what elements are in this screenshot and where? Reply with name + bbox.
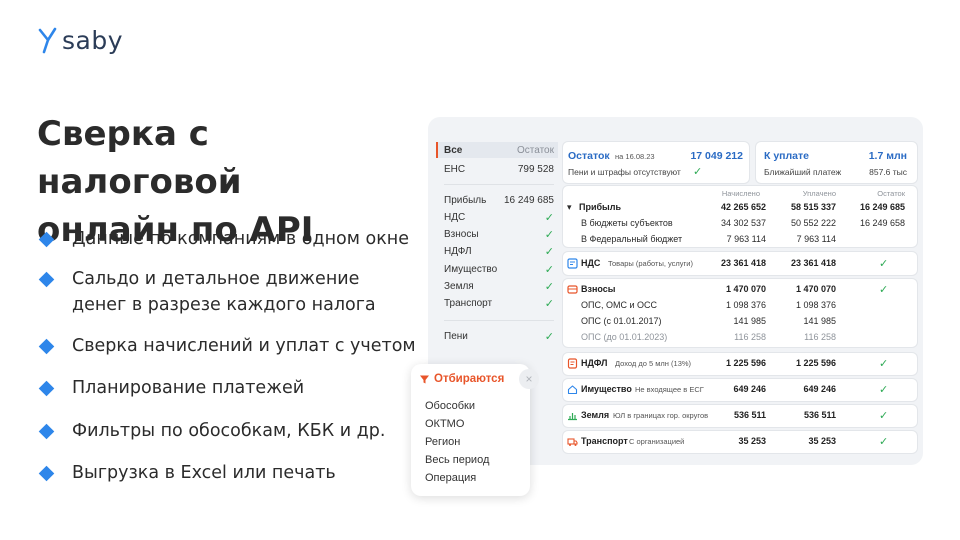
profit-card[interactable]: Начислено Уплачено Остаток ▾ Прибыль 42 … [563, 186, 917, 247]
filter-popup: Отбираются Обособки ОКТМО Регион Весь пе… [411, 364, 530, 496]
diamond-bullet-icon [38, 231, 55, 248]
feature-item: Планирование платежей [38, 378, 304, 401]
filter-option[interactable]: Операция [425, 472, 476, 484]
contributions-icon [567, 285, 578, 294]
diamond-bullet-icon [38, 465, 55, 482]
check-icon: ✓ [693, 166, 703, 178]
diamond-bullet-icon [38, 338, 55, 355]
filter-title[interactable]: Отбираются [419, 373, 504, 385]
filter-option[interactable]: Обособки [425, 400, 475, 412]
saby-logo-icon [38, 27, 57, 53]
feature-text: Данные по компаниям в одном окне [72, 229, 409, 249]
ndfl-card[interactable]: НДФЛ Доход до 5 млн (13%) 1 225 596 1 22… [563, 353, 917, 375]
check-icon: ✓ [879, 358, 889, 370]
sidebar-item-ndfl[interactable]: НДФЛ ✓ [436, 243, 558, 259]
diamond-bullet-icon [38, 380, 55, 397]
sidebar-item-profit[interactable]: Прибыль 16 249 685 [436, 192, 558, 208]
check-icon: ✓ [544, 211, 554, 224]
document-icon [567, 358, 578, 369]
column-header-balance: Остаток [877, 189, 905, 198]
sidebar-item-all[interactable]: Все Остаток [436, 142, 558, 158]
receipt-icon [567, 258, 578, 269]
diamond-bullet-icon [38, 423, 55, 440]
column-header-paid: Уплачено [802, 189, 836, 198]
headline-line-1: Сверка с налоговой [37, 114, 242, 202]
check-icon: ✓ [879, 258, 889, 270]
diamond-bullet-icon [38, 271, 55, 288]
house-icon [567, 385, 578, 395]
sidebar-item-imush[interactable]: Имущество ✓ [436, 261, 558, 277]
feature-text: Планирование платежей [72, 378, 305, 398]
feature-item: Фильтры по обособкам, КБК и др. [38, 421, 385, 444]
sidebar-item-transport[interactable]: Транспорт ✓ [436, 295, 558, 311]
sidebar-item-nds[interactable]: НДС ✓ [436, 209, 558, 225]
property-card[interactable]: Имущество Не входящее в ЕСГ 649 246 649 … [563, 379, 917, 401]
payment-due-card[interactable]: К уплате 1.7 млн Ближайший платеж 857.6 … [756, 142, 917, 183]
check-icon: ✓ [544, 228, 554, 241]
feature-item: Данные по компаниям в одном окне [38, 229, 409, 252]
land-card[interactable]: Земля ЮЛ в границах гор. округов 536 511… [563, 405, 917, 427]
sidebar-item-ens[interactable]: ЕНС 799 528 [436, 161, 558, 177]
sidebar-item-peni[interactable]: Пени ✓ [436, 328, 558, 344]
feature-text: Фильтры по обособкам, КБК и др. [72, 421, 386, 441]
brand-name: saby [62, 26, 124, 55]
chevron-down-icon[interactable]: ▾ [567, 202, 572, 213]
nds-card[interactable]: НДС Товары (работы, услуги) 23 361 418 2… [563, 252, 917, 275]
feature-text: Сальдо и детальное движение денег в разре… [72, 269, 376, 315]
check-icon: ✓ [879, 410, 889, 422]
land-icon [568, 413, 577, 421]
check-icon: ✓ [544, 297, 554, 310]
filter-option[interactable]: Регион [425, 436, 460, 448]
feature-text: Сверка начислений и уплат с учетом [72, 336, 416, 356]
column-header-accrued: Начислено [721, 189, 760, 198]
truck-icon [567, 438, 578, 446]
sidebar-item-zemlya[interactable]: Земля ✓ [436, 278, 558, 294]
transport-card[interactable]: Транспорт С организацией 35 253 35 253 ✓ [563, 431, 917, 453]
check-icon: ✓ [544, 330, 554, 343]
check-icon: ✓ [879, 384, 889, 396]
active-indicator [436, 142, 438, 158]
funnel-icon [420, 375, 429, 383]
check-icon: ✓ [879, 284, 889, 296]
divider [444, 184, 554, 185]
vznosy-card[interactable]: Взносы 1 470 070 1 470 070 ✓ ОПС, ОМС и … [563, 279, 917, 347]
feature-item: Выгрузка в Excel или печать [38, 463, 336, 486]
check-icon: ✓ [544, 263, 554, 276]
feature-text: Выгрузка в Excel или печать [72, 463, 336, 483]
saby-logo: saby [38, 26, 123, 55]
divider [444, 320, 554, 321]
check-icon: ✓ [544, 245, 554, 258]
feature-item: Сальдо и детальное движение денег в разре… [38, 269, 376, 318]
check-icon: ✓ [544, 280, 554, 293]
close-icon[interactable]: × [519, 369, 539, 389]
check-icon: ✓ [879, 436, 889, 448]
sidebar-item-vznosy[interactable]: Взносы ✓ [436, 226, 558, 242]
filter-option[interactable]: ОКТМО [425, 418, 464, 430]
filter-option[interactable]: Весь период [425, 454, 489, 466]
balance-card[interactable]: Остаток на 16.08.23 17 049 212 Пени и шт… [563, 142, 749, 183]
feature-item: Сверка начислений и уплат с учетом [38, 336, 416, 359]
